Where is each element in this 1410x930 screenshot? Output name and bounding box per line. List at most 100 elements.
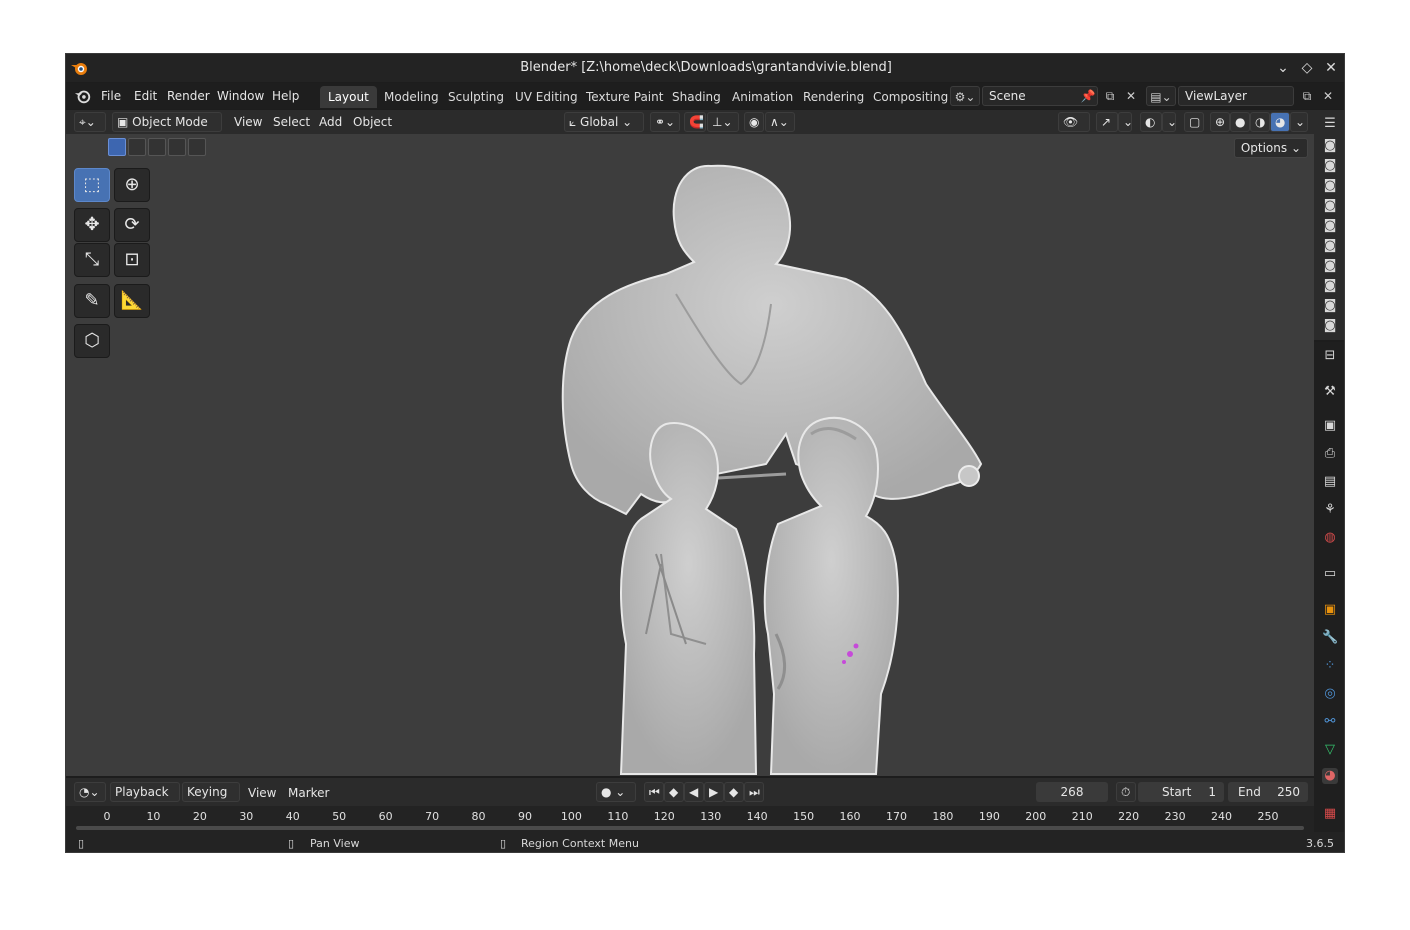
overlay-icon[interactable]: ◐ <box>1140 112 1162 132</box>
camera-icon[interactable]: ◙ <box>1322 318 1338 334</box>
camera-icon[interactable]: ◙ <box>1322 198 1338 214</box>
play-reverse-icon[interactable]: ◀ <box>684 782 704 802</box>
next-keyframe-icon[interactable]: ◆ <box>724 782 744 802</box>
tab-modeling[interactable]: Modeling <box>376 86 447 108</box>
menu-add[interactable]: Add <box>319 115 342 129</box>
particles-properties-icon[interactable]: ⁘ <box>1322 658 1338 674</box>
camera-icon[interactable]: ◙ <box>1322 138 1338 154</box>
timeline-ruler[interactable]: 0 10 20 30 40 50 60 70 80 90 100 110 120 130 140 150 160… <box>66 806 1314 832</box>
record-keyframe-icon[interactable]: ● ⌄ <box>596 782 636 802</box>
new-view-layer-icon[interactable]: ⧉ <box>1297 86 1317 106</box>
chevron-down-icon[interactable]: ⌄ <box>1162 112 1177 132</box>
tab-texture-paint[interactable]: Texture Paint <box>578 86 671 108</box>
data-properties-icon[interactable]: ▽ <box>1322 742 1338 758</box>
menu-file[interactable]: File <box>101 89 121 103</box>
camera-icon[interactable]: ◙ <box>1322 218 1338 234</box>
jump-end-icon[interactable]: ⏭ <box>744 782 764 802</box>
mode-dropdown[interactable]: ▣ Object Mode ⌄ <box>112 112 222 147</box>
view-layer-selector-icon[interactable]: ▤⌄ <box>1146 86 1176 106</box>
texture-properties-icon[interactable]: ▦ <box>1322 806 1338 822</box>
frame-tick: 200 <box>1025 810 1047 823</box>
menu-help[interactable]: Help <box>272 89 299 103</box>
xray-icon[interactable]: ▢ <box>1184 112 1204 132</box>
editor-type-icon[interactable]: ⌖⌄ <box>74 112 106 132</box>
wireframe-shading-icon[interactable]: ⊕ <box>1210 112 1230 132</box>
visibility-icon[interactable]: 👁⌄ <box>1058 112 1090 147</box>
menu-window[interactable]: Window <box>217 89 264 103</box>
menu-object[interactable]: Object <box>353 115 392 129</box>
keying-dropdown[interactable]: Keying ⌄ <box>182 782 240 817</box>
tab-layout[interactable]: Layout <box>320 86 377 108</box>
timeline-menu-marker[interactable]: Marker <box>288 786 329 800</box>
output-properties-icon[interactable]: ⎙ <box>1322 446 1338 462</box>
camera-icon[interactable]: ◙ <box>1322 238 1338 254</box>
blender-menu-icon[interactable] <box>74 87 92 105</box>
material-properties-icon[interactable]: ◕ <box>1322 768 1338 784</box>
camera-icon[interactable]: ◙ <box>1322 178 1338 194</box>
render-properties-icon[interactable]: ▣ <box>1322 418 1338 434</box>
scene-selector-icon[interactable]: ⚙⌄ <box>950 86 980 106</box>
stopwatch-icon[interactable]: ⏱ <box>1116 782 1136 802</box>
material-shading-icon[interactable]: ◑ <box>1250 112 1270 132</box>
tab-animation[interactable]: Animation <box>724 86 801 108</box>
tab-uv-editing[interactable]: UV Editing <box>507 86 586 108</box>
tab-shading[interactable]: Shading <box>664 86 729 108</box>
play-icon[interactable]: ▶ <box>704 782 724 802</box>
view-layer-properties-icon[interactable]: ▤ <box>1322 474 1338 490</box>
timeline-editor-type-icon[interactable]: ◔⌄ <box>74 782 106 802</box>
end-frame-field[interactable]: End 250 <box>1228 782 1308 802</box>
timeline-menu-view[interactable]: View <box>248 786 276 800</box>
delete-scene-icon[interactable]: ✕ <box>1121 86 1141 106</box>
pivot-icon[interactable]: ⚭⌄ <box>650 112 680 132</box>
tab-sculpting[interactable]: Sculpting <box>440 86 512 108</box>
tool-properties-icon[interactable]: ⚒ <box>1322 384 1338 400</box>
menu-render[interactable]: Render <box>167 89 210 103</box>
falloff-icon[interactable]: ∧⌄ <box>765 112 795 132</box>
sculpture-model[interactable] <box>66 134 1314 776</box>
menu-view[interactable]: View <box>234 115 262 129</box>
physics-properties-icon[interactable]: ◎ <box>1322 686 1338 702</box>
end-label: End <box>1238 785 1261 799</box>
pin-icon[interactable]: 📌 <box>1078 86 1098 106</box>
gizmo-icon[interactable]: ↗ <box>1096 112 1118 132</box>
prev-keyframe-icon[interactable]: ◆ <box>664 782 684 802</box>
tab-compositing[interactable]: Compositing <box>865 86 956 108</box>
camera-icon[interactable]: ◙ <box>1322 278 1338 294</box>
camera-icon[interactable]: ◙ <box>1322 258 1338 274</box>
3d-viewport[interactable]: Options ⌄ ⬚ ⊕ ✥ ⟳ ⤡ ⊡ ✎ 📐 ⬡ <box>66 134 1314 776</box>
restore-icon[interactable]: ◇ <box>1298 59 1316 77</box>
new-scene-icon[interactable]: ⧉ <box>1100 86 1120 106</box>
chevron-down-icon[interactable]: ⌄ <box>1118 112 1133 132</box>
collection-properties-icon[interactable]: ▭ <box>1322 566 1338 582</box>
proportional-edit-icon[interactable]: ◉ <box>744 112 764 132</box>
start-frame-field[interactable]: Start 1 <box>1138 782 1224 802</box>
playback-dropdown[interactable]: Playback ⌄ <box>110 782 180 817</box>
frame-tick: 250 <box>1257 810 1279 823</box>
constraints-properties-icon[interactable]: ⚯ <box>1322 714 1338 730</box>
scene-properties-icon[interactable]: ⚘ <box>1322 502 1338 518</box>
view-layer-field[interactable]: ViewLayer <box>1178 86 1294 106</box>
camera-icon[interactable]: ◙ <box>1322 298 1338 314</box>
chevron-down-icon[interactable]: ⌄ <box>1290 112 1308 132</box>
properties-editor-icon[interactable]: ⊟ <box>1322 348 1338 364</box>
timeline-scrollbar[interactable] <box>76 826 1304 830</box>
rendered-shading-icon[interactable]: ◕ <box>1270 112 1290 132</box>
frame-tick: 130 <box>700 810 722 823</box>
camera-icon[interactable]: ◙ <box>1322 158 1338 174</box>
modifier-properties-icon[interactable]: 🔧 <box>1322 630 1338 646</box>
object-properties-icon[interactable]: ▣ <box>1322 602 1338 618</box>
menu-edit[interactable]: Edit <box>134 89 157 103</box>
world-properties-icon[interactable]: ◍ <box>1322 530 1338 546</box>
delete-view-layer-icon[interactable]: ✕ <box>1318 86 1338 106</box>
chevron-down-icon[interactable]: ⌄ <box>1274 59 1292 77</box>
current-frame-field[interactable]: 268 <box>1036 782 1108 802</box>
snap-target-icon[interactable]: ⊥⌄ <box>707 112 739 132</box>
outliner-icon[interactable]: ☰ <box>1322 116 1338 132</box>
orientation-dropdown[interactable]: ⟀ Global ⌄ <box>564 112 644 132</box>
snap-icon[interactable]: 🧲 <box>684 112 706 132</box>
tab-rendering[interactable]: Rendering <box>795 86 872 108</box>
jump-start-icon[interactable]: ⏮ <box>644 782 664 802</box>
menu-select[interactable]: Select <box>273 115 310 129</box>
close-icon[interactable]: ✕ <box>1322 59 1340 77</box>
solid-shading-icon[interactable]: ● <box>1230 112 1250 132</box>
